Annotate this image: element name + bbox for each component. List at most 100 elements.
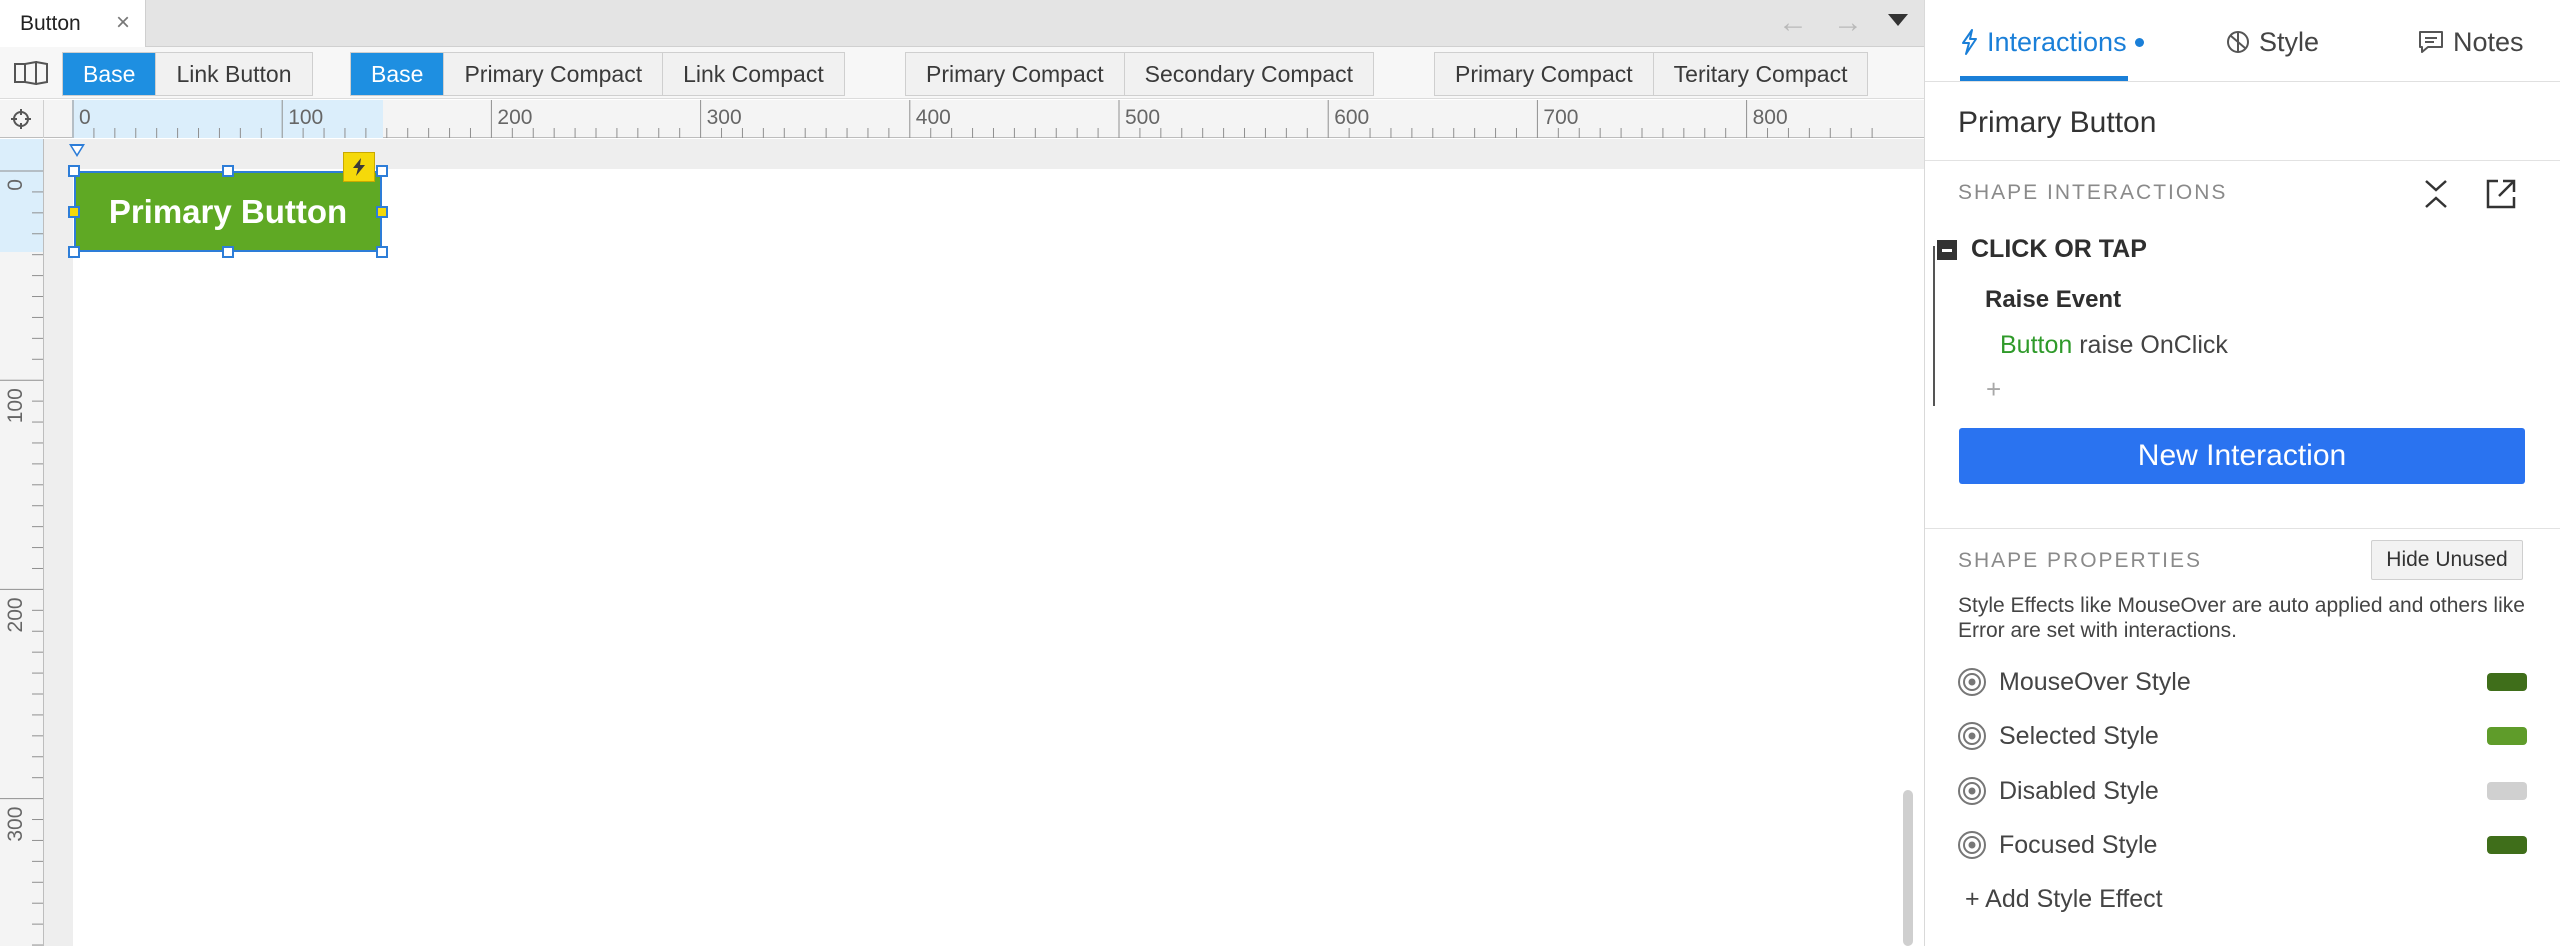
properties-panel: Interactions Style Notes Primary Button … bbox=[1924, 0, 2560, 946]
forward-arrow-icon[interactable]: → bbox=[1832, 8, 1864, 40]
resize-handle-bottom-left[interactable] bbox=[68, 246, 80, 258]
ruler-label: 100 bbox=[4, 388, 27, 423]
action-detail[interactable]: Button raise OnClick bbox=[2000, 331, 2228, 360]
add-style-effect-button[interactable]: + Add Style Effect bbox=[1965, 885, 2163, 914]
horizontal-ruler[interactable]: 0 100 200 300 400 500 600 700 800 bbox=[44, 100, 1924, 138]
state-button-base[interactable]: Base bbox=[351, 53, 445, 95]
speech-bubble-icon bbox=[2419, 31, 2443, 53]
vertical-ruler[interactable]: 0 100 200 300 bbox=[0, 139, 44, 946]
vertical-ruler-ticks: 0 100 200 300 bbox=[0, 170, 43, 946]
primary-button-widget[interactable]: Primary Button bbox=[74, 171, 382, 252]
resize-handle-right[interactable] bbox=[376, 206, 388, 218]
ruler-corner bbox=[0, 100, 44, 138]
add-action-plus-icon[interactable]: + bbox=[1986, 374, 2001, 405]
resize-handle-left[interactable] bbox=[68, 206, 80, 218]
tab-interactions[interactable]: Interactions bbox=[1959, 22, 2144, 62]
ruler-label: 400 bbox=[916, 106, 951, 129]
ruler-label: 200 bbox=[4, 597, 27, 632]
document-tab-bar: Button × ← → bbox=[0, 0, 1924, 47]
resize-handle-top-right[interactable] bbox=[376, 165, 388, 177]
target-radio-icon[interactable] bbox=[1957, 830, 1987, 860]
shape-properties-header: SHAPE PROPERTIES bbox=[1958, 549, 2203, 572]
divider bbox=[1925, 528, 2560, 529]
new-interaction-button[interactable]: New Interaction bbox=[1959, 428, 2525, 484]
widget-label: Primary Button bbox=[108, 192, 348, 230]
ruler-label: 700 bbox=[1543, 106, 1578, 129]
state-button-primary-compact[interactable]: Primary Compact bbox=[444, 53, 664, 95]
tab-interactions-label: Interactions bbox=[1987, 26, 2127, 57]
style-label: Selected Style bbox=[1999, 721, 2159, 750]
collapse-all-icon[interactable] bbox=[2419, 176, 2453, 212]
horizontal-ruler-row: 0 100 200 300 400 500 600 700 800 bbox=[0, 100, 1924, 138]
document-tab-title: Button bbox=[20, 11, 81, 35]
resize-handle-bottom[interactable] bbox=[222, 246, 234, 258]
design-canvas[interactable] bbox=[73, 139, 1924, 946]
state-group-3: Primary Compact Secondary Compact bbox=[905, 52, 1375, 96]
palette-icon bbox=[2227, 31, 2249, 53]
style-label: Focused Style bbox=[1999, 830, 2158, 859]
ruler-label: 800 bbox=[1753, 106, 1788, 129]
target-radio-icon[interactable] bbox=[1957, 721, 1987, 751]
canvas-scrollbar[interactable] bbox=[1903, 790, 1913, 946]
tab-menu-chevron-icon[interactable] bbox=[1888, 14, 1908, 26]
style-row-focused[interactable]: Focused Style bbox=[1957, 825, 2527, 865]
ruler-label: 100 bbox=[288, 106, 323, 129]
action-target: Button bbox=[2000, 331, 2073, 359]
anchor-marker-icon bbox=[69, 144, 85, 157]
state-button-primary-compact[interactable]: Primary Compact bbox=[906, 53, 1125, 95]
style-color-swatch[interactable] bbox=[2487, 673, 2527, 691]
resize-handle-top-left[interactable] bbox=[68, 165, 80, 177]
resize-handle-bottom-right[interactable] bbox=[376, 246, 388, 258]
ruler-label: 0 bbox=[4, 179, 27, 191]
style-label: Disabled Style bbox=[1999, 776, 2159, 805]
state-button-teritary-compact[interactable]: Teritary Compact bbox=[1654, 53, 1868, 95]
horizontal-ruler-ticks: 0 100 200 300 400 500 600 700 800 bbox=[72, 100, 1873, 138]
canvas-gutter bbox=[44, 139, 73, 946]
style-color-swatch[interactable] bbox=[2487, 782, 2527, 800]
state-group-4: Primary Compact Teritary Compact bbox=[1434, 52, 1869, 96]
interaction-tree-line bbox=[1933, 246, 1935, 406]
style-row-selected[interactable]: Selected Style bbox=[1957, 716, 2527, 756]
back-arrow-icon[interactable]: ← bbox=[1777, 8, 1809, 40]
state-button-secondary-compact[interactable]: Secondary Compact bbox=[1125, 53, 1373, 95]
state-bar: Base Link Button Base Primary Compact Li… bbox=[0, 47, 1924, 99]
ruler-label: 300 bbox=[4, 807, 27, 842]
close-icon[interactable]: × bbox=[110, 10, 136, 36]
tab-notes[interactable]: Notes bbox=[2417, 22, 2524, 62]
event-label[interactable]: CLICK OR TAP bbox=[1971, 235, 2147, 264]
state-button-link-button[interactable]: Link Button bbox=[156, 53, 311, 95]
target-radio-icon[interactable] bbox=[1957, 667, 1987, 697]
state-group-1: Base Link Button bbox=[62, 52, 313, 96]
app-window: Button × ← → Base Link Button Base Prima… bbox=[0, 0, 2560, 946]
style-row-disabled[interactable]: Disabled Style bbox=[1957, 771, 2527, 811]
action-label[interactable]: Raise Event bbox=[1985, 286, 2121, 314]
state-button-base[interactable]: Base bbox=[63, 53, 157, 95]
ruler-label: 600 bbox=[1334, 106, 1369, 129]
style-color-swatch[interactable] bbox=[2487, 836, 2527, 854]
interaction-badge[interactable] bbox=[343, 152, 375, 182]
active-tab-indicator bbox=[1960, 76, 2128, 81]
target-radio-icon[interactable] bbox=[1957, 776, 1987, 806]
hide-unused-button[interactable]: Hide Unused bbox=[2371, 540, 2523, 580]
panel-tabs: Interactions Style Notes bbox=[1925, 0, 2560, 82]
state-button-primary-compact[interactable]: Primary Compact bbox=[1435, 53, 1654, 95]
ruler-label: 0 bbox=[79, 106, 91, 129]
crosshair-icon[interactable] bbox=[10, 108, 32, 130]
popout-icon[interactable] bbox=[2483, 176, 2519, 212]
style-color-swatch[interactable] bbox=[2487, 727, 2527, 745]
ruler-label: 500 bbox=[1125, 106, 1160, 129]
shape-interactions-header: SHAPE INTERACTIONS bbox=[1958, 181, 2228, 204]
tab-style[interactable]: Style bbox=[2225, 22, 2319, 62]
style-row-mouseover[interactable]: MouseOver Style bbox=[1957, 662, 2527, 702]
lightning-icon bbox=[353, 158, 365, 176]
resize-handle-top[interactable] bbox=[222, 165, 234, 177]
document-tab[interactable]: Button × bbox=[0, 0, 146, 47]
style-effects-note: Style Effects like MouseOver are auto ap… bbox=[1958, 594, 2525, 642]
tab-style-label: Style bbox=[2259, 26, 2320, 57]
tab-notes-label: Notes bbox=[2453, 26, 2524, 57]
action-detail-text: raise OnClick bbox=[2079, 331, 2228, 359]
ruler-label: 200 bbox=[497, 106, 532, 129]
state-button-link-compact[interactable]: Link Compact bbox=[663, 53, 844, 95]
pages-panel-icon[interactable] bbox=[14, 61, 48, 85]
collapse-toggle-icon[interactable] bbox=[1937, 240, 1957, 260]
